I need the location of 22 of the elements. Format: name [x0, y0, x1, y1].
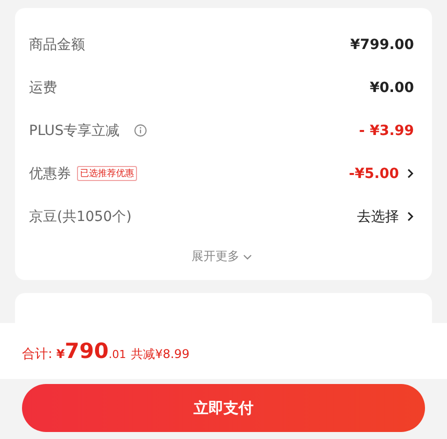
row-value: ¥0.00: [370, 80, 414, 96]
info-icon[interactable]: [134, 124, 147, 137]
row-value: ¥799.00: [350, 36, 414, 52]
pay-now-button[interactable]: 立即支付: [22, 384, 425, 432]
row-value: - ¥3.99: [359, 122, 414, 138]
total-amount: 790: [64, 339, 109, 363]
currency-symbol: ¥: [56, 347, 65, 361]
row-label: 运费: [29, 78, 57, 96]
total-label: 合计:: [22, 346, 52, 363]
total-decimal: .01: [108, 348, 126, 361]
chevron-icon[interactable]: [407, 211, 414, 222]
row-value[interactable]: 去选择: [357, 208, 399, 226]
expand-more-button[interactable]: 展开更多: [192, 248, 252, 265]
row-label: 京豆(共1050个): [29, 208, 132, 226]
row-label: 优惠券: [29, 164, 71, 182]
row-label: 商品金额: [29, 36, 85, 54]
saved-amount: 共减¥8.99: [131, 346, 190, 363]
row-label: PLUS专享立减: [29, 122, 120, 140]
chevron-icon[interactable]: [407, 168, 414, 179]
coupon-tag: 已选推荐优惠: [77, 166, 137, 181]
row-value[interactable]: -¥5.00: [348, 166, 399, 182]
chevron-down-icon: [242, 254, 252, 260]
